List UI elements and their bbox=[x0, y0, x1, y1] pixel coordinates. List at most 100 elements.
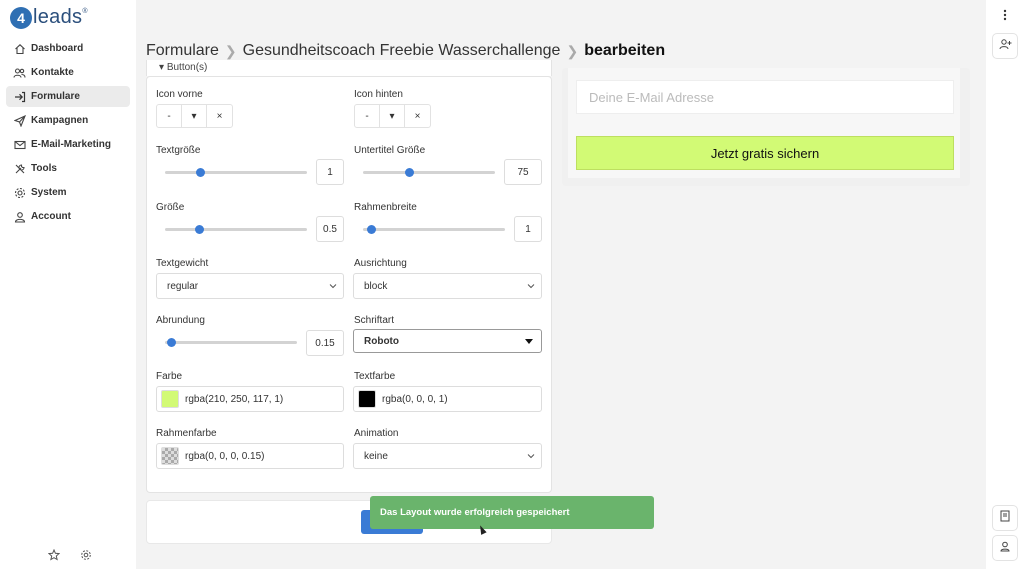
sidebar-item-label: Kontakte bbox=[31, 67, 74, 78]
user-icon bbox=[13, 210, 26, 223]
abrundung-slider[interactable] bbox=[165, 338, 297, 347]
breadcrumb-form[interactable]: Gesundheitscoach Freebie Wasserchallenge bbox=[243, 42, 561, 60]
animation-label: Animation bbox=[354, 428, 399, 439]
logo-text: leads bbox=[33, 6, 83, 28]
rahmenbreite-slider[interactable] bbox=[363, 225, 505, 234]
groesse-label: Größe bbox=[156, 202, 185, 213]
icon-hinten-value[interactable]: - bbox=[355, 105, 380, 127]
textgewicht-label: Textgewicht bbox=[156, 258, 209, 269]
chevron-down-icon bbox=[527, 452, 535, 463]
schriftart-select[interactable]: Roboto bbox=[353, 329, 542, 353]
farbe-label: Farbe bbox=[156, 371, 183, 382]
rahmenbreite-input[interactable]: 1 bbox=[514, 216, 542, 242]
sidebar-item-account[interactable]: Account bbox=[6, 206, 130, 227]
breadcrumb-root[interactable]: Formulare bbox=[146, 42, 219, 60]
chevron-right-icon: ❯ bbox=[224, 42, 237, 59]
slider-thumb[interactable] bbox=[196, 168, 205, 177]
animation-value: keine bbox=[364, 450, 388, 462]
breadcrumb-current: bearbeiten bbox=[584, 42, 666, 59]
untertitel-groesse-label: Untertitel Größe bbox=[354, 145, 426, 156]
textgewicht-select[interactable]: regular bbox=[156, 273, 344, 299]
farbe-input[interactable]: rgba(210, 250, 117, 1) bbox=[156, 386, 344, 412]
groesse-slider[interactable] bbox=[165, 225, 307, 234]
groesse-input[interactable]: 0.5 bbox=[316, 216, 344, 242]
right-rail bbox=[986, 0, 1024, 569]
sidebar-item-tools[interactable]: Tools bbox=[6, 158, 130, 179]
farbe-value: rgba(210, 250, 117, 1) bbox=[185, 393, 284, 405]
caret-down-icon[interactable]: ▾ bbox=[182, 105, 207, 127]
slider-thumb[interactable] bbox=[405, 168, 414, 177]
slider-thumb[interactable] bbox=[367, 225, 376, 234]
color-swatch[interactable] bbox=[161, 447, 179, 465]
more-menu-button[interactable] bbox=[992, 4, 1018, 30]
icon-vorne-picker[interactable]: - ▾ × bbox=[156, 104, 233, 128]
user-plus-icon bbox=[999, 37, 1012, 55]
rahmenfarbe-value: rgba(0, 0, 0, 0.15) bbox=[185, 450, 265, 462]
sidebar-item-system[interactable]: System bbox=[6, 182, 130, 203]
slider-thumb[interactable] bbox=[195, 225, 204, 234]
caret-down-icon bbox=[525, 339, 533, 344]
abrundung-label: Abrundung bbox=[156, 315, 205, 326]
untertitel-groesse-slider[interactable] bbox=[363, 168, 495, 177]
star-icon[interactable] bbox=[47, 548, 61, 566]
sidebar-item-email-marketing[interactable]: E-Mail-Marketing bbox=[6, 134, 130, 155]
clear-icon[interactable]: × bbox=[405, 105, 430, 127]
success-toast: Das Layout wurde erfolgreich gespeichert bbox=[370, 496, 654, 529]
textgroesse-slider[interactable] bbox=[165, 168, 307, 177]
clear-icon[interactable]: × bbox=[207, 105, 232, 127]
headset-icon bbox=[999, 539, 1011, 557]
slider-thumb[interactable] bbox=[167, 338, 176, 347]
rahmenbreite-label: Rahmenbreite bbox=[354, 202, 417, 213]
icon-hinten-label: Icon hinten bbox=[354, 89, 403, 100]
logo-registered: ® bbox=[82, 8, 88, 15]
home-icon bbox=[13, 42, 26, 55]
chevron-down-icon bbox=[329, 282, 337, 293]
form-icon bbox=[13, 90, 26, 103]
textgroesse-label: Textgröße bbox=[156, 145, 201, 156]
book-icon bbox=[1000, 509, 1010, 527]
mail-icon bbox=[13, 138, 26, 151]
sidebar-item-label: Formulare bbox=[31, 91, 80, 102]
textgroesse-input[interactable]: 1 bbox=[316, 159, 344, 185]
color-swatch[interactable] bbox=[161, 390, 179, 408]
sidebar-item-dashboard[interactable]: Dashboard bbox=[6, 38, 130, 59]
animation-select[interactable]: keine bbox=[353, 443, 542, 469]
add-user-button[interactable] bbox=[992, 33, 1018, 59]
textfarbe-value: rgba(0, 0, 0, 1) bbox=[382, 393, 448, 405]
textfarbe-input[interactable]: rgba(0, 0, 0, 1) bbox=[353, 386, 542, 412]
settings-icon[interactable] bbox=[80, 548, 92, 566]
textgewicht-value: regular bbox=[167, 280, 199, 292]
sidebar-item-kampagnen[interactable]: Kampagnen bbox=[6, 110, 130, 131]
sidebar-item-formulare[interactable]: Formulare bbox=[6, 86, 130, 107]
sidebar-item-label: Account bbox=[31, 211, 71, 222]
users-icon bbox=[13, 66, 26, 79]
sidebar-item-label: Tools bbox=[31, 163, 57, 174]
icon-hinten-picker[interactable]: - ▾ × bbox=[354, 104, 431, 128]
sidebar-item-kontakte[interactable]: Kontakte bbox=[6, 62, 130, 83]
chevron-right-icon: ❯ bbox=[566, 42, 579, 59]
caret-down-icon[interactable]: ▾ bbox=[380, 105, 405, 127]
schriftart-value: Roboto bbox=[364, 335, 399, 347]
support-button[interactable] bbox=[992, 535, 1018, 561]
sidebar: 4 leads ® Dashboard Kontakte Formulare K… bbox=[0, 0, 136, 569]
sidebar-item-label: Dashboard bbox=[31, 43, 84, 54]
sidebar-nav: Dashboard Kontakte Formulare Kampagnen E… bbox=[6, 38, 130, 230]
rahmenfarbe-label: Rahmenfarbe bbox=[156, 428, 217, 439]
cta-button[interactable]: Jetzt gratis sichern bbox=[576, 136, 954, 170]
section-header[interactable]: ▾ Button(s) bbox=[146, 60, 552, 76]
logo-mark: 4 bbox=[10, 6, 32, 29]
color-swatch[interactable] bbox=[358, 390, 376, 408]
abrundung-input[interactable]: 0.15 bbox=[306, 330, 344, 356]
ausrichtung-select[interactable]: block bbox=[353, 273, 542, 299]
untertitel-groesse-input[interactable]: 75 bbox=[504, 159, 542, 185]
notes-button[interactable] bbox=[992, 505, 1018, 531]
schriftart-label: Schriftart bbox=[354, 315, 395, 326]
icon-vorne-value[interactable]: - bbox=[157, 105, 182, 127]
sidebar-footer bbox=[47, 548, 92, 566]
sidebar-item-label: Kampagnen bbox=[31, 115, 89, 126]
ausrichtung-label: Ausrichtung bbox=[354, 258, 407, 269]
brand-logo[interactable]: 4 leads ® bbox=[10, 6, 87, 29]
email-field[interactable]: Deine E-Mail Adresse bbox=[576, 80, 954, 114]
send-icon bbox=[13, 114, 26, 127]
rahmenfarbe-input[interactable]: rgba(0, 0, 0, 0.15) bbox=[156, 443, 344, 469]
